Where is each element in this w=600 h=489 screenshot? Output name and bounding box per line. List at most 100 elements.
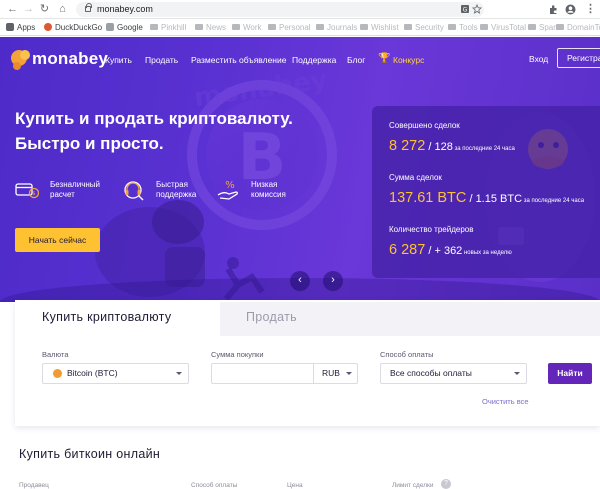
support-headset-icon xyxy=(124,181,144,201)
profile-icon[interactable] xyxy=(565,4,576,15)
column-deal-limit: Лимит сделки xyxy=(392,482,434,489)
chevron-down-icon xyxy=(176,372,182,375)
folder-icon xyxy=(316,24,324,30)
bookmark-apps[interactable]: Apps xyxy=(6,22,35,33)
volume-recent: 1.15 BTC xyxy=(475,193,523,205)
bookmark-google[interactable]: Google xyxy=(106,22,143,33)
deals-value: 8 272 xyxy=(389,138,426,154)
apps-grid-icon xyxy=(6,23,14,31)
nav-contest[interactable]: Конкурс xyxy=(393,55,424,65)
currency-label: Валюта xyxy=(42,350,69,359)
home-icon[interactable]: ⌂ xyxy=(56,3,69,16)
volume-value: 137.61 BTC xyxy=(389,190,467,206)
chevron-down-icon xyxy=(514,372,520,375)
tab-sell-label: Продать xyxy=(246,310,297,324)
traders-stat: 6 287 / + 362 новых за неделю xyxy=(389,242,512,258)
bookmark-work[interactable]: Work xyxy=(232,22,262,33)
percent-hand-icon: % xyxy=(217,180,238,200)
reload-icon[interactable]: ↻ xyxy=(38,3,51,16)
section-title: Купить биткоин онлайн xyxy=(19,447,161,461)
payment-method-select[interactable]: Все способы оплаты xyxy=(380,363,527,384)
traders-recent: + 362 xyxy=(434,245,463,257)
hero-headline-line2: Быстро и просто. xyxy=(15,134,164,153)
deals-label: Совершено сделок xyxy=(389,121,460,130)
bookmark-tools[interactable]: Tools xyxy=(448,22,478,33)
folder-icon xyxy=(268,24,276,30)
currency-select[interactable]: Bitcoin (BTC) xyxy=(42,363,189,384)
amount-field: RUB xyxy=(211,363,358,384)
translate-icon[interactable]: G xyxy=(460,4,470,14)
register-button[interactable]: Регистрация xyxy=(557,48,600,68)
card-cash-icon: $ xyxy=(15,183,39,199)
nav-sell[interactable]: Продать xyxy=(145,55,178,65)
back-icon[interactable]: ← xyxy=(6,3,19,16)
forward-icon[interactable]: → xyxy=(22,3,35,16)
folder-icon xyxy=(556,24,564,30)
hero-banner: B monabey monabey Купить Продать Размест… xyxy=(0,37,600,302)
slider-prev-button[interactable]: ‹ xyxy=(290,271,310,291)
find-button[interactable]: Найти xyxy=(548,363,592,384)
volume-label: Сумма сделок xyxy=(389,173,442,182)
url-text: monabey.com xyxy=(97,4,153,14)
extensions-icon[interactable] xyxy=(548,4,559,15)
traders-label: Количество трейдеров xyxy=(389,225,474,234)
bookmark-news[interactable]: News xyxy=(195,22,226,33)
deals-recent: 128 xyxy=(434,141,453,153)
folder-icon xyxy=(360,24,368,30)
amount-label: Сумма покупки xyxy=(211,350,264,359)
folder-icon xyxy=(232,24,240,30)
svg-text:%: % xyxy=(225,180,235,191)
folder-icon xyxy=(150,24,158,30)
start-now-button[interactable]: Начать сейчас xyxy=(15,228,100,252)
folder-icon xyxy=(480,24,488,30)
hero-headline: Купить и продать криптовалюту. Быстро и … xyxy=(15,106,315,156)
clear-all-link[interactable]: Очистить все xyxy=(482,397,529,406)
bookmark-journals[interactable]: Journals xyxy=(316,22,357,33)
folder-icon xyxy=(528,24,536,30)
bookmark-duckduckgo[interactable]: DuckDuckGo xyxy=(44,22,102,33)
column-price[interactable]: Цена xyxy=(287,482,303,489)
bookmark-personal[interactable]: Personal xyxy=(268,22,311,33)
folder-icon xyxy=(448,24,456,30)
payment-value: Все способы оплаты xyxy=(390,368,472,378)
deals-stat: 8 272 / 128 за последние 24 часа xyxy=(389,138,515,154)
help-icon[interactable]: ? xyxy=(441,479,451,489)
nav-place-ad[interactable]: Разместить объявление xyxy=(191,55,286,65)
column-payment-method: Способ оплаты xyxy=(191,482,238,489)
login-link[interactable]: Вход xyxy=(529,54,548,64)
browser-toolbar: ← → ↻ ⌂ monabey.com G ⋮ xyxy=(0,0,600,19)
volume-stat: 137.61 BTC / 1.15 BTC за последние 24 ча… xyxy=(389,190,585,206)
slider-next-button[interactable]: › xyxy=(323,271,343,291)
star-icon[interactable] xyxy=(472,4,482,14)
bookmark-virustotal[interactable]: VirusTotal xyxy=(480,22,526,33)
menu-kebab-icon[interactable]: ⋮ xyxy=(584,3,597,16)
address-bar[interactable]: monabey.com G xyxy=(76,2,484,17)
lock-icon xyxy=(85,3,92,12)
tab-buy-label: Купить криптовалюту xyxy=(42,310,172,324)
logo-mark-icon xyxy=(11,50,30,70)
amount-currency-select[interactable]: RUB xyxy=(322,364,340,383)
bookmark-wishlist[interactable]: Wishlist xyxy=(360,22,399,33)
bookmark-domaintools[interactable]: DomainTools - Wh... xyxy=(556,22,600,33)
nav-support[interactable]: Поддержка xyxy=(292,55,336,65)
trophy-icon: 🏆 xyxy=(378,53,391,64)
payment-label: Способ оплаты xyxy=(380,350,434,359)
currency-value: Bitcoin (BTC) xyxy=(67,368,118,378)
bitcoin-icon xyxy=(53,369,62,378)
logo-text: monabey xyxy=(32,49,109,68)
globe-icon xyxy=(106,23,114,31)
folder-icon xyxy=(195,24,203,30)
nav-buy[interactable]: Купить xyxy=(105,55,132,65)
bookmarks-bar: Apps DuckDuckGo Google Pinkhill News Wor… xyxy=(0,19,600,36)
chevron-down-icon xyxy=(346,372,352,375)
bookmark-pinkhill[interactable]: Pinkhill xyxy=(150,22,186,33)
hero-headline-line1: Купить и продать криптовалюту. xyxy=(15,109,293,128)
duckduckgo-icon xyxy=(44,23,52,31)
svg-text:$: $ xyxy=(32,191,36,197)
bookmark-security[interactable]: Security xyxy=(404,22,444,33)
svg-text:G: G xyxy=(463,7,468,14)
nav-blog[interactable]: Блог xyxy=(347,55,365,65)
feature-low-fee-text: Низкая комиссия xyxy=(251,180,286,199)
feature-cashless-text: Безналичный расчет xyxy=(50,180,100,199)
amount-input[interactable] xyxy=(212,364,314,383)
